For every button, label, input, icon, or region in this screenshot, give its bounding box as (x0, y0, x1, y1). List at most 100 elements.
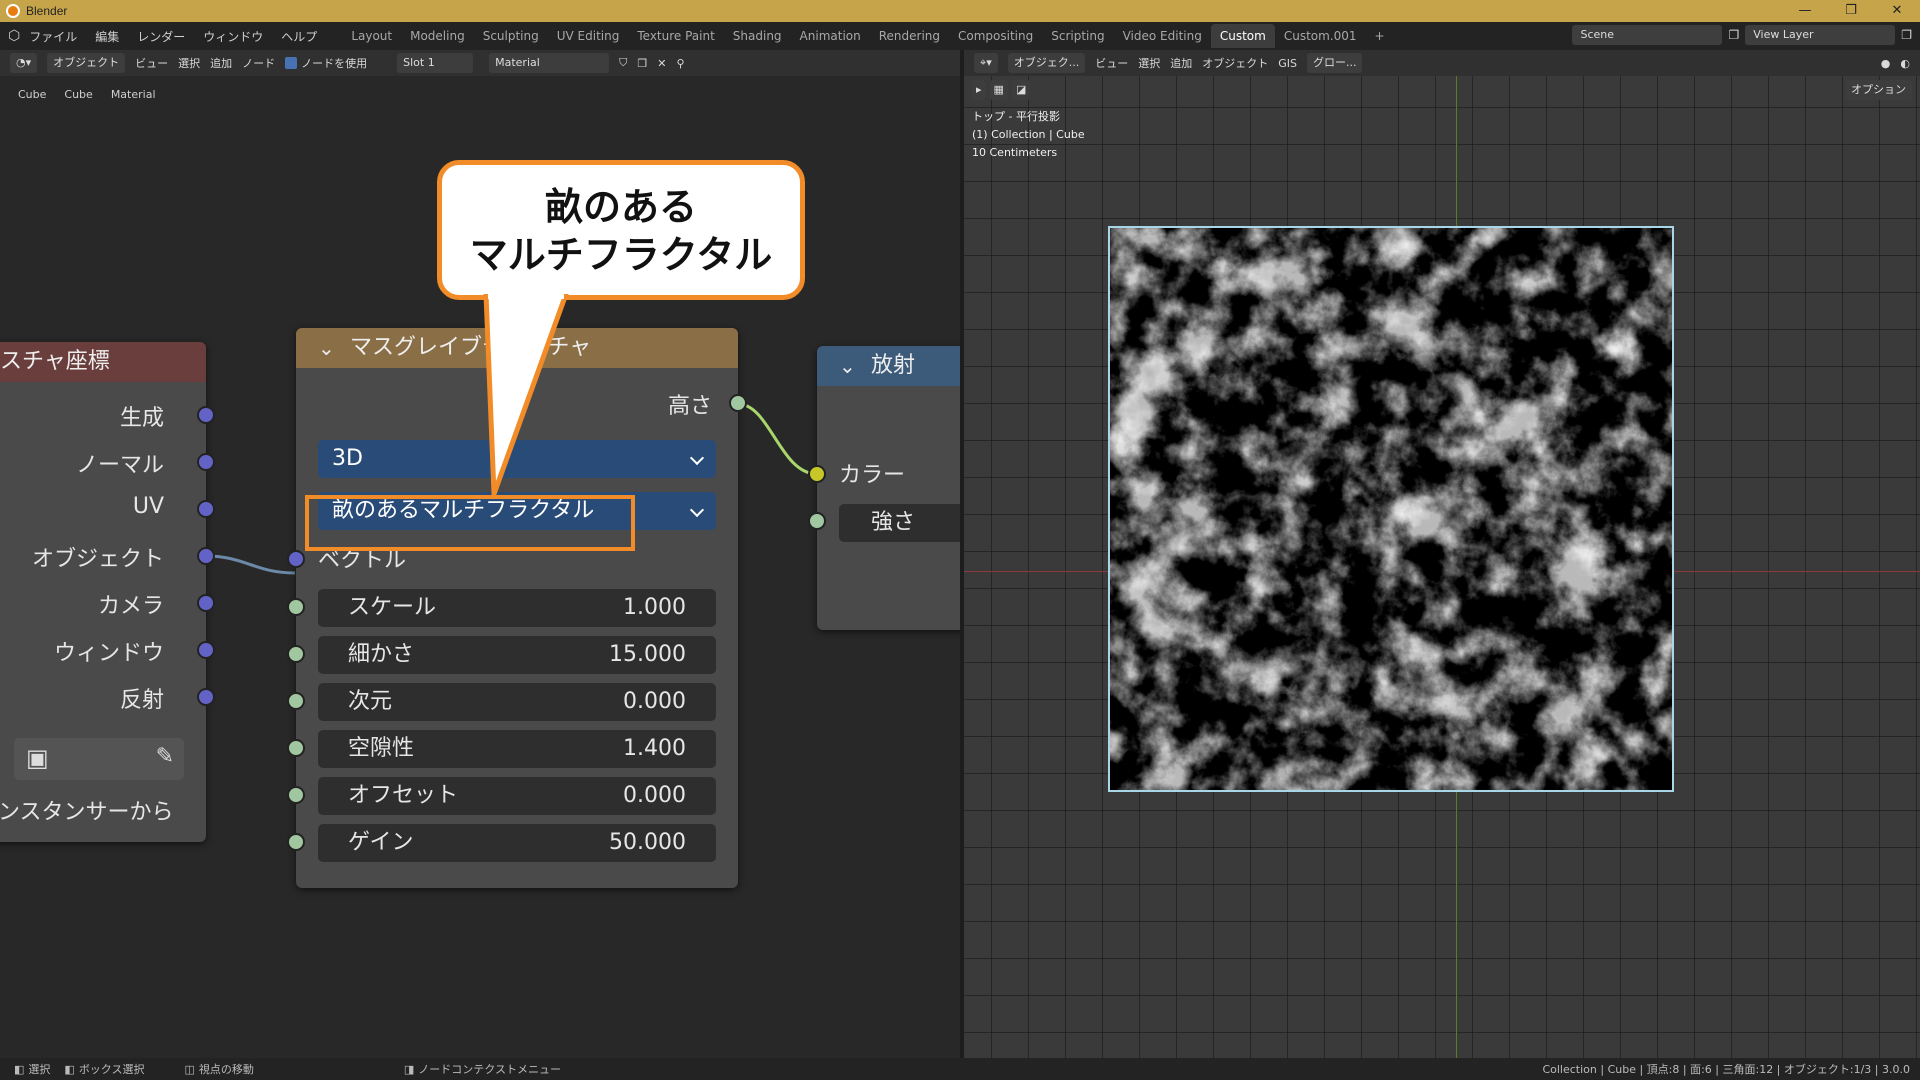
view-name: トップ - 平行投影 (972, 110, 1060, 123)
duplicate-icon[interactable]: ❐ (637, 57, 647, 70)
menu-help[interactable]: ヘルプ (281, 28, 317, 45)
3d-viewport[interactable]: ▸ ▦ ◪ オプション トップ - 平行投影 (1) Collection | … (964, 76, 1920, 1058)
status-context-menu: ノードコンテクストメニュー (418, 1063, 561, 1076)
maximize-button[interactable]: ❐ (1828, 0, 1874, 22)
mouse-right-icon: ◨ (403, 1062, 415, 1076)
mode-dropdown[interactable]: オブジェクト (47, 53, 126, 73)
gain-field[interactable]: ゲイン 50.000 (318, 824, 716, 862)
use-nodes-checkbox[interactable]: ノードを使用 (285, 55, 367, 71)
socket-reflection[interactable] (197, 688, 215, 706)
viewport-mode-dropdown[interactable]: オブジェク... (1007, 53, 1086, 73)
menu-select[interactable]: 選択 (178, 55, 200, 71)
new-view-layer-icon[interactable]: ❐ (1901, 28, 1912, 42)
viewport-menu-object[interactable]: オブジェクト (1202, 55, 1268, 71)
object-picker[interactable]: ▣ ✎ (14, 738, 184, 780)
socket-generated[interactable] (197, 406, 215, 424)
extend-select-icon[interactable]: ◪ (1011, 80, 1031, 100)
node-title[interactable]: スチャ座標 (0, 342, 206, 382)
dimension-field[interactable]: 次元 0.000 (318, 683, 716, 721)
shading-solid-icon[interactable]: ● (1881, 57, 1891, 70)
material-dropdown[interactable]: Material (489, 53, 610, 73)
from-instancer-label[interactable]: ンスタンサーから (0, 794, 174, 826)
detail-field[interactable]: 細かさ 15.000 (318, 636, 716, 674)
add-workspace-icon[interactable]: + (1366, 24, 1394, 48)
socket-object[interactable] (197, 547, 215, 565)
menu-file[interactable]: ファイル (29, 28, 77, 45)
socket-dimension[interactable] (287, 692, 305, 710)
shading-rendered-icon[interactable]: ◐ (1900, 57, 1910, 70)
viewport-menu-view[interactable]: ビュー (1095, 55, 1128, 71)
menu-node[interactable]: ノード (242, 55, 275, 71)
texture-coordinate-node[interactable]: スチャ座標 生成 ノーマル UV オブジェクト カメラ ウィンドウ 反射 ▣ ✎… (0, 342, 215, 842)
menu-view[interactable]: ビュー (135, 55, 168, 71)
socket-lacunarity[interactable] (287, 739, 305, 757)
tab-custom[interactable]: Custom (1210, 24, 1275, 48)
socket-vector[interactable] (287, 550, 305, 568)
strength-label: 強さ (871, 510, 916, 535)
workspace-tabs: Layout Modeling Sculpting UV Editing Tex… (342, 24, 1393, 48)
tab-layout[interactable]: Layout (342, 24, 401, 48)
emission-chevron-icon[interactable]: ⌄ (839, 346, 856, 386)
emission-node[interactable]: ⌄ 放射 カラー 強さ (808, 346, 960, 630)
socket-window[interactable] (197, 641, 215, 659)
minimize-button[interactable]: — (1782, 0, 1828, 22)
tab-modeling[interactable]: Modeling (401, 24, 474, 48)
viewport-menu-select[interactable]: 選択 (1138, 55, 1160, 71)
slot-dropdown[interactable]: Slot 1 (397, 53, 474, 73)
socket-offset[interactable] (287, 786, 305, 804)
scene-stats: Collection | Cube | 頂点:8 | 面:6 | 三角面:12 … (1542, 1063, 1910, 1076)
socket-camera[interactable] (197, 594, 215, 612)
collapse-chevron-icon[interactable]: ⌄ (318, 328, 335, 368)
menu-add[interactable]: 追加 (210, 55, 232, 71)
viewport-editor-type-icon[interactable]: ⌖▾ (974, 53, 998, 73)
blender-menu-icon[interactable]: ⬡ (8, 28, 20, 44)
lacunarity-field[interactable]: 空隙性 1.400 (318, 730, 716, 768)
tab-rendering[interactable]: Rendering (870, 24, 949, 48)
node-editor[interactable]: Cube Cube Material スチャ座標 生成 ノーマル UV オブジェ… (0, 76, 960, 1058)
view-layer-selector[interactable]: View Layer (1745, 25, 1896, 45)
musgrave-texture-plane[interactable] (1108, 226, 1674, 792)
menu-render[interactable]: レンダー (137, 28, 185, 45)
unlink-icon[interactable]: ✕ (657, 57, 666, 70)
socket-normal[interactable] (197, 453, 215, 471)
socket-scale[interactable] (287, 598, 305, 616)
tab-animation[interactable]: Animation (791, 24, 870, 48)
scale-field[interactable]: スケール 1.000 (318, 589, 716, 627)
tab-scripting[interactable]: Scripting (1042, 24, 1113, 48)
tab-video-editing[interactable]: Video Editing (1114, 24, 1211, 48)
transform-orientation-dropdown[interactable]: グロー... (1306, 53, 1363, 73)
tab-texture-paint[interactable]: Texture Paint (628, 24, 723, 48)
box-select-icon[interactable]: ▦ (989, 80, 1008, 100)
socket-color[interactable] (808, 465, 826, 483)
emission-node-title[interactable]: ⌄ 放射 (817, 346, 960, 386)
menu-edit[interactable]: 編集 (95, 28, 119, 45)
editor-type-icon[interactable]: ◔▾ (10, 53, 38, 73)
fake-user-icon[interactable]: ⛉ (619, 56, 627, 70)
viewport-menu-add[interactable]: 追加 (1170, 55, 1192, 71)
socket-strength[interactable] (808, 512, 826, 530)
socket-height[interactable] (729, 394, 747, 412)
viewport-header: ⌖▾ オブジェク... ビュー 選択 追加 オブジェクト GIS グロー... … (964, 50, 1920, 76)
callout-bubble: 畝のある マルチフラクタル (437, 160, 805, 300)
socket-uv[interactable] (197, 500, 215, 518)
menu-window[interactable]: ウィンドウ (203, 28, 263, 45)
eyedropper-icon[interactable]: ✎ (156, 744, 174, 769)
dimension-label: 次元 (348, 689, 393, 714)
socket-gain[interactable] (287, 833, 305, 851)
select-tool-icon[interactable]: ▸ (972, 80, 986, 100)
tab-custom-001[interactable]: Custom.001 (1275, 24, 1366, 48)
offset-field[interactable]: オフセット 0.000 (318, 777, 716, 815)
pin-icon[interactable]: ⚲ (676, 57, 684, 70)
scene-selector[interactable]: Scene (1572, 25, 1723, 45)
strength-field[interactable]: 強さ (839, 504, 960, 542)
viewport-menu-gis[interactable]: GIS (1278, 57, 1297, 70)
tab-sculpting[interactable]: Sculpting (474, 24, 548, 48)
close-button[interactable]: ✕ (1874, 0, 1920, 22)
offset-label: オフセット (348, 783, 459, 808)
socket-detail[interactable] (287, 645, 305, 663)
options-button[interactable]: オプション (1845, 80, 1912, 100)
tab-compositing[interactable]: Compositing (949, 24, 1042, 48)
tab-shading[interactable]: Shading (724, 24, 791, 48)
tab-uv-editing[interactable]: UV Editing (548, 24, 629, 48)
new-scene-icon[interactable]: ❐ (1728, 28, 1739, 42)
